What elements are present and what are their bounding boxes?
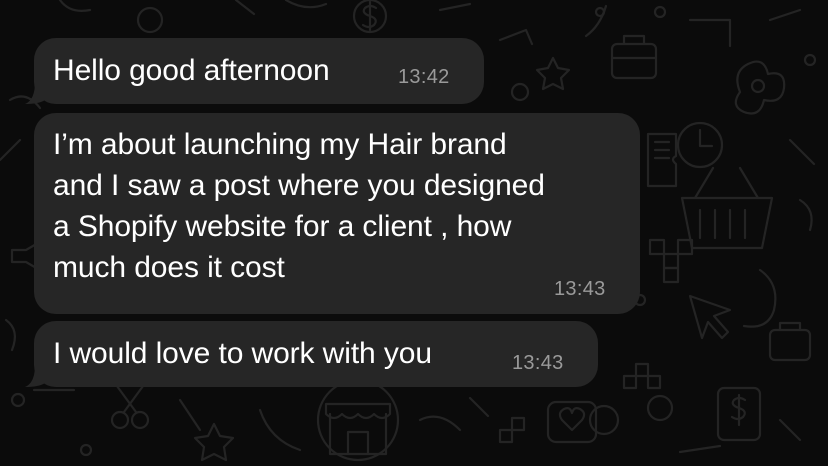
message-bubble[interactable]: I would love to work with you 13:43 bbox=[25, 321, 598, 387]
message-text: Hello good afternoon bbox=[53, 54, 330, 87]
message-timestamp: 13:43 bbox=[554, 278, 606, 300]
message-timestamp: 13:42 bbox=[398, 66, 450, 88]
bubble-tail bbox=[25, 365, 45, 387]
message-bubble[interactable]: I’m about launching my Hair brand and I … bbox=[34, 113, 640, 314]
bubble-tail bbox=[25, 82, 45, 104]
chat-messages: Hello good afternoon 13:42 I’m about lau… bbox=[0, 0, 828, 466]
message-bubble[interactable]: Hello good afternoon 13:42 bbox=[25, 38, 484, 104]
message-text: I’m about launching my Hair brand and I … bbox=[53, 128, 545, 284]
message-timestamp: 13:43 bbox=[512, 352, 564, 374]
message-text: I would love to work with you bbox=[53, 337, 432, 370]
